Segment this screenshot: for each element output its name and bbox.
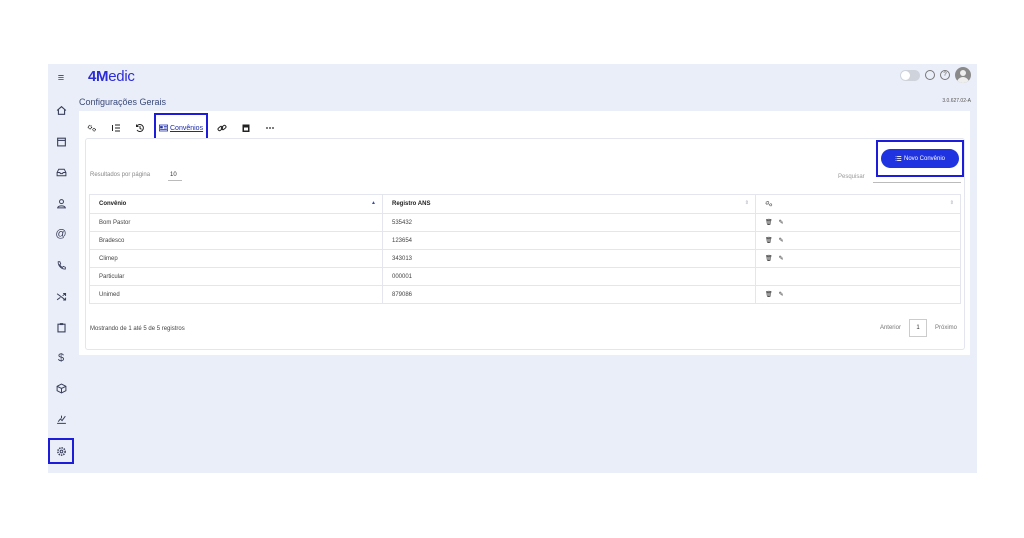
list-order-icon[interactable] [111,119,121,137]
theme-toggle[interactable] [900,69,920,81]
chat-icon[interactable] [925,70,935,80]
logo-rest: edic [108,68,135,85]
user-icon[interactable] [48,192,74,214]
cell-convenio: Bradesco [89,231,383,250]
inbox-icon[interactable] [48,161,74,183]
col-registro-ans[interactable]: Registro ANS ⇕ [382,194,756,214]
avatar[interactable] [955,67,971,83]
shuffle-icon[interactable] [48,285,74,307]
table-row: Climep 343013 🗑 ✎ [89,249,961,268]
delete-icon[interactable]: 🗑 [765,255,773,262]
cell-registro-ans: 879086 [382,285,756,304]
row-actions: 🗑 ✎ [765,237,960,244]
new-button-highlight: Novo Convênio [876,140,964,177]
table-row: Bom Pastor 535432 🗑 ✎ [89,213,961,232]
delete-icon[interactable]: 🗑 [765,291,773,298]
phone-icon[interactable] [48,254,74,276]
convenios-table: Convênio ▲ Registro ANS ⇕ ⇕ Bom Pastor 5354… [89,194,961,304]
help-icon[interactable]: ? [940,70,950,80]
menu-icon[interactable]: ≡ [48,67,74,89]
cell-registro-ans: 123654 [382,231,756,250]
table-header-row: Convênio ▲ Registro ANS ⇕ ⇕ [89,194,961,214]
cell-convenio: Particular [89,267,383,286]
search-input[interactable] [873,174,961,183]
col-actions[interactable]: ⇕ [755,194,961,214]
home-icon[interactable] [48,99,74,121]
cell-actions: 🗑 ✎ [755,285,961,304]
clipboard-icon[interactable] [48,316,74,338]
cell-registro-ans: 343013 [382,249,756,268]
gears-icon[interactable] [87,119,97,137]
search-label: Pesquisar [838,174,865,180]
new-convenio-button[interactable]: Novo Convênio [881,149,959,168]
chart-icon[interactable] [48,408,74,430]
pagination: Anterior 1 Próximo [880,319,957,337]
cell-registro-ans: 535432 [382,213,756,232]
cell-convenio: Unimed [89,285,383,304]
edit-icon[interactable]: ✎ [779,237,784,244]
cell-actions: 🗑 ✎ [755,231,961,250]
sidebar: ≡ @ $ [48,64,74,473]
table-row: Particular 000001 [89,267,961,286]
dollar-icon[interactable]: $ [48,347,74,369]
next-page-button[interactable]: Próximo [935,325,957,331]
tab-convenios-label: Convênios [170,124,204,132]
more-icon[interactable] [265,119,275,137]
cell-actions: 🗑 ✎ [755,213,961,232]
cell-actions: 🗑 ✎ [755,249,961,268]
edit-icon[interactable]: ✎ [779,291,784,298]
pagination-info: Mostrando de 1 até 5 de 5 registros [90,326,185,332]
results-per-page-label: Resultados por página [90,172,151,178]
history-icon[interactable] [135,119,145,137]
row-actions: 🗑 ✎ [765,255,960,262]
new-convenio-label: Novo Convênio [903,155,946,162]
table-row: Unimed 879086 🗑 ✎ [89,285,961,304]
header-actions: ? [900,67,971,83]
sort-asc-icon: ▲ [371,200,376,206]
col-convenio-label: Convênio [99,201,127,207]
settings-toolbar: Convênios [87,113,275,143]
logo-bold: 4M [88,68,109,85]
link-icon[interactable] [217,119,227,137]
edit-icon[interactable]: ✎ [779,219,784,226]
cell-actions [755,267,961,286]
row-actions: 🗑 ✎ [765,291,960,298]
calendar-doc-icon[interactable] [241,119,251,137]
cell-convenio: Bom Pastor [89,213,383,232]
list-icon [895,155,902,162]
prev-page-button[interactable]: Anterior [880,325,901,331]
convenios-card: Novo Convênio Resultados por página 10 P… [85,138,965,350]
page-title: Configurações Gerais [79,97,167,107]
results-per-page-select[interactable]: 10 [168,172,182,181]
col-convenio[interactable]: Convênio ▲ [89,194,383,214]
page-number-button[interactable]: 1 [908,319,927,337]
table-row: Bradesco 123654 🗑 ✎ [89,231,961,250]
box-icon[interactable] [48,377,74,399]
delete-icon[interactable]: 🗑 [765,237,773,244]
settings-panel: Convênios Novo Convênio Resultados por p… [79,111,970,355]
version-label: 3.0.627.02-A [942,98,971,104]
app-window: ≡ @ $ 4Medic ? Configurações Gerais 3.0.… [48,64,977,473]
gears-icon [765,200,773,206]
cell-registro-ans: 000001 [382,267,756,286]
calendar-icon[interactable] [48,130,74,152]
settings-icon[interactable] [48,438,74,464]
sort-icon: ⇕ [949,200,954,206]
col-registro-label: Registro ANS [392,201,431,207]
edit-icon[interactable]: ✎ [779,255,784,262]
app-logo: 4Medic [88,68,135,85]
at-icon[interactable]: @ [48,223,74,245]
cell-convenio: Climep [89,249,383,268]
sort-icon: ⇕ [744,200,749,206]
row-actions: 🗑 ✎ [765,219,960,226]
delete-icon[interactable]: 🗑 [765,219,773,226]
